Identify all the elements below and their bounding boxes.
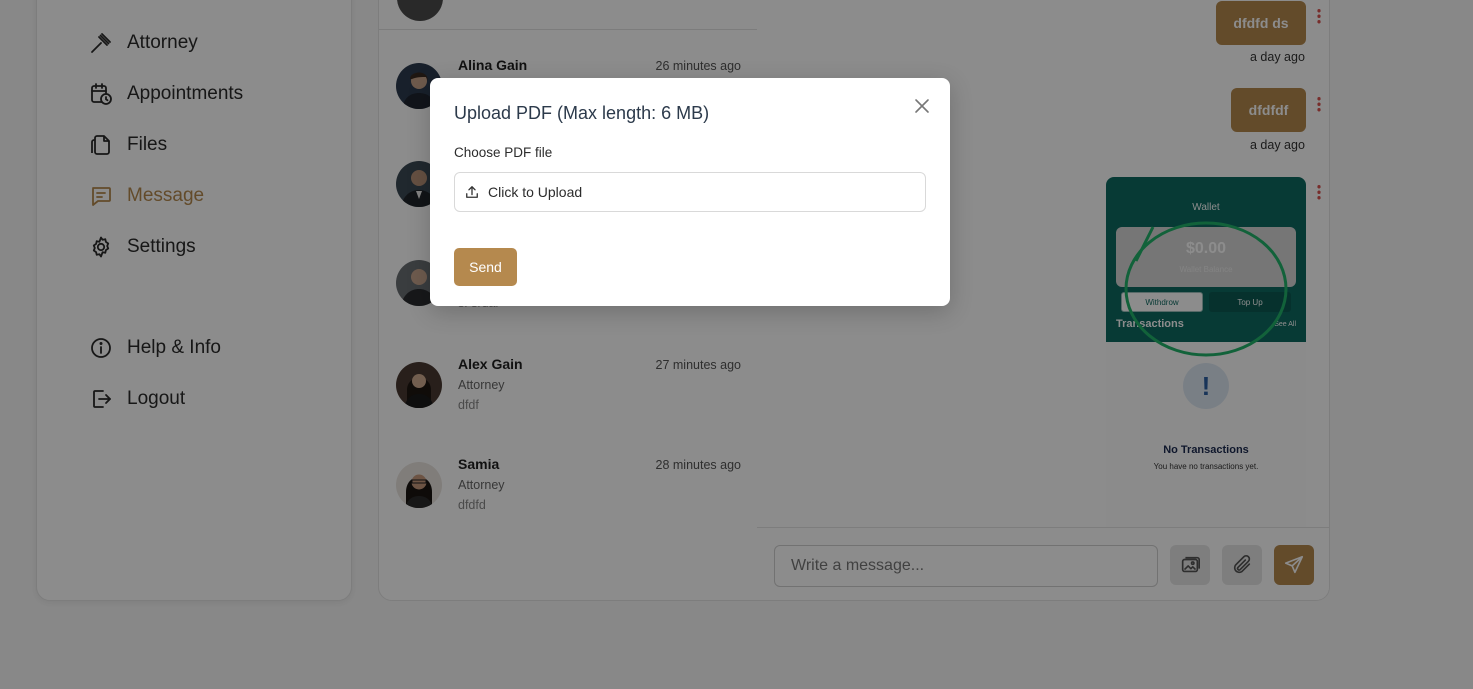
send-button[interactable]: Send (454, 248, 517, 286)
upload-pdf-modal: Upload PDF (Max length: 6 MB) Choose PDF… (430, 78, 950, 306)
field-label: Choose PDF file (454, 145, 553, 160)
upload-icon (466, 186, 478, 198)
close-icon (915, 99, 929, 113)
upload-input[interactable]: Click to Upload (454, 172, 926, 212)
upload-label: Click to Upload (488, 184, 583, 200)
modal-title: Upload PDF (Max length: 6 MB) (454, 103, 710, 123)
close-button[interactable] (912, 96, 932, 116)
